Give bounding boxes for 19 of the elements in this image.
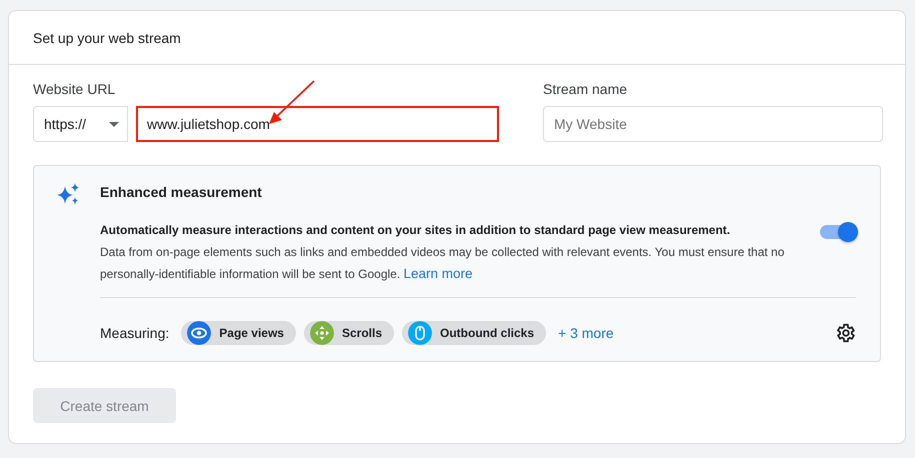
field-label: Stream name (543, 81, 628, 97)
measurement-chip[interactable]: Scrolls (304, 321, 394, 345)
learn-more-link[interactable]: Learn more (404, 266, 473, 281)
settings-icon[interactable] (834, 322, 856, 344)
caret-icon (109, 122, 119, 126)
toggle-switch[interactable] (820, 225, 856, 239)
more-link[interactable]: + 3 more (558, 325, 614, 341)
panel-title: Enhanced measurement (100, 184, 263, 200)
stream-name-field[interactable]: My Website (543, 106, 883, 142)
protocol-dropdown[interactable]: https:// (33, 106, 128, 142)
card-title: Set up your web stream (33, 30, 181, 46)
arrow-annotation (269, 80, 315, 124)
measuring-label: Measuring: (100, 325, 170, 341)
url-input-field[interactable]: www.julietshop.com (136, 106, 499, 142)
field-label: Website URL (33, 81, 116, 97)
description-text: Automatically measure interactions and content on your sites in addition to standard page view measurement. Data from on-page elements such as links and embedded videos may be collected with relevant events. You must ensure that no personally-identifiable information will be sent to Google. Learn more (100, 222, 786, 283)
sparkle-icon (56, 183, 80, 205)
measurement-chip[interactable]: Page views (181, 321, 296, 345)
measurement-chip[interactable]: Outbound clicks (402, 321, 546, 345)
